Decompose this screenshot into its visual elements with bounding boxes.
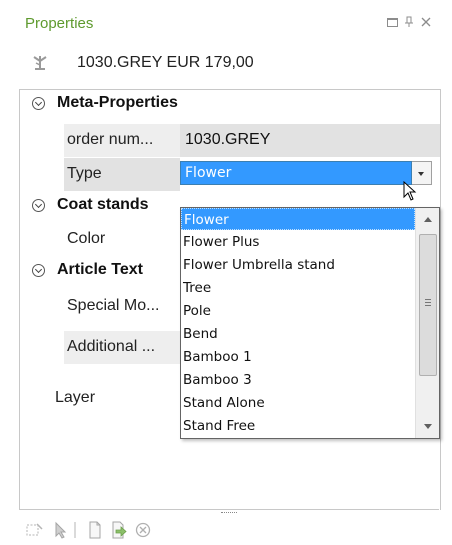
category-label: Coat stands (57, 196, 149, 213)
collapse-icon[interactable] (32, 199, 45, 212)
property-name: Type (67, 165, 102, 182)
property-name: Color (67, 230, 106, 247)
dropdown-option[interactable]: Tree (181, 277, 415, 300)
scroll-thumb[interactable] (419, 234, 437, 376)
scroll-down-icon[interactable] (416, 415, 439, 438)
dropdown-option[interactable]: Pole (181, 300, 415, 323)
dropdown-options: Flower Flower Plus Flower Umbrella stand Tr… (181, 208, 415, 438)
dropdown-option[interactable]: Bamboo 3 (181, 369, 415, 392)
property-row-type[interactable]: Type Flower (20, 158, 440, 191)
category-label: Meta-Properties (57, 94, 178, 111)
panel-title: Properties (25, 15, 94, 32)
collapse-icon[interactable] (32, 264, 45, 277)
category-meta-properties[interactable]: Meta-Properties (20, 90, 440, 118)
pointer-icon[interactable] (51, 520, 71, 540)
dropdown-scrollbar[interactable] (415, 208, 439, 438)
dropdown-option[interactable]: Bend (181, 323, 415, 346)
panel-splitter[interactable] (19, 509, 439, 518)
new-page-icon[interactable] (85, 520, 105, 540)
property-grid: Meta-Properties order num... 1030.GREY T… (19, 89, 441, 510)
dropdown-option[interactable]: Bamboo 1 (181, 346, 415, 369)
category-label: Article Text (57, 261, 143, 278)
property-name: order num... (67, 131, 154, 148)
properties-panel: Properties 1030.GREY EUR 179,00 Meta-Pro… (19, 10, 448, 543)
scroll-up-icon[interactable] (416, 208, 439, 231)
property-name: Additional ... (67, 338, 156, 355)
dropdown-option[interactable]: Stand Alone (181, 392, 415, 415)
dropdown-option[interactable]: Flower (181, 208, 415, 230)
import-icon[interactable] (109, 520, 129, 540)
bottom-toolbar (19, 518, 448, 543)
property-row-order-number[interactable]: order num... 1030.GREY (20, 124, 440, 157)
selected-object-row: 1030.GREY EUR 179,00 (19, 50, 448, 76)
mouse-cursor-icon (403, 180, 417, 203)
select-icon[interactable] (25, 520, 45, 540)
dropdown-option[interactable]: Flower Plus (181, 231, 415, 254)
property-value: 1030.GREY (185, 131, 271, 148)
pin-icon[interactable] (403, 16, 415, 28)
panel-titlebar: Properties (19, 10, 448, 36)
dropdown-option[interactable]: Flower Umbrella stand (181, 254, 415, 277)
collapse-icon[interactable] (32, 97, 45, 110)
property-name: Special Mo... (67, 297, 160, 314)
dropdown-option[interactable]: Stand Free (181, 415, 415, 438)
minimize-icon[interactable] (386, 16, 398, 28)
property-name: Layer (55, 389, 96, 406)
close-icon[interactable] (420, 16, 432, 28)
toolbar-separator (71, 520, 79, 540)
type-dropdown-list[interactable]: Flower Flower Plus Flower Umbrella stand Tr… (180, 207, 440, 439)
coat-stand-icon (31, 53, 49, 71)
combobox-value: Flower (185, 165, 232, 181)
type-combobox[interactable]: Flower (180, 161, 412, 185)
selected-object-label: 1030.GREY EUR 179,00 (77, 54, 254, 71)
cancel-icon[interactable] (133, 520, 153, 540)
